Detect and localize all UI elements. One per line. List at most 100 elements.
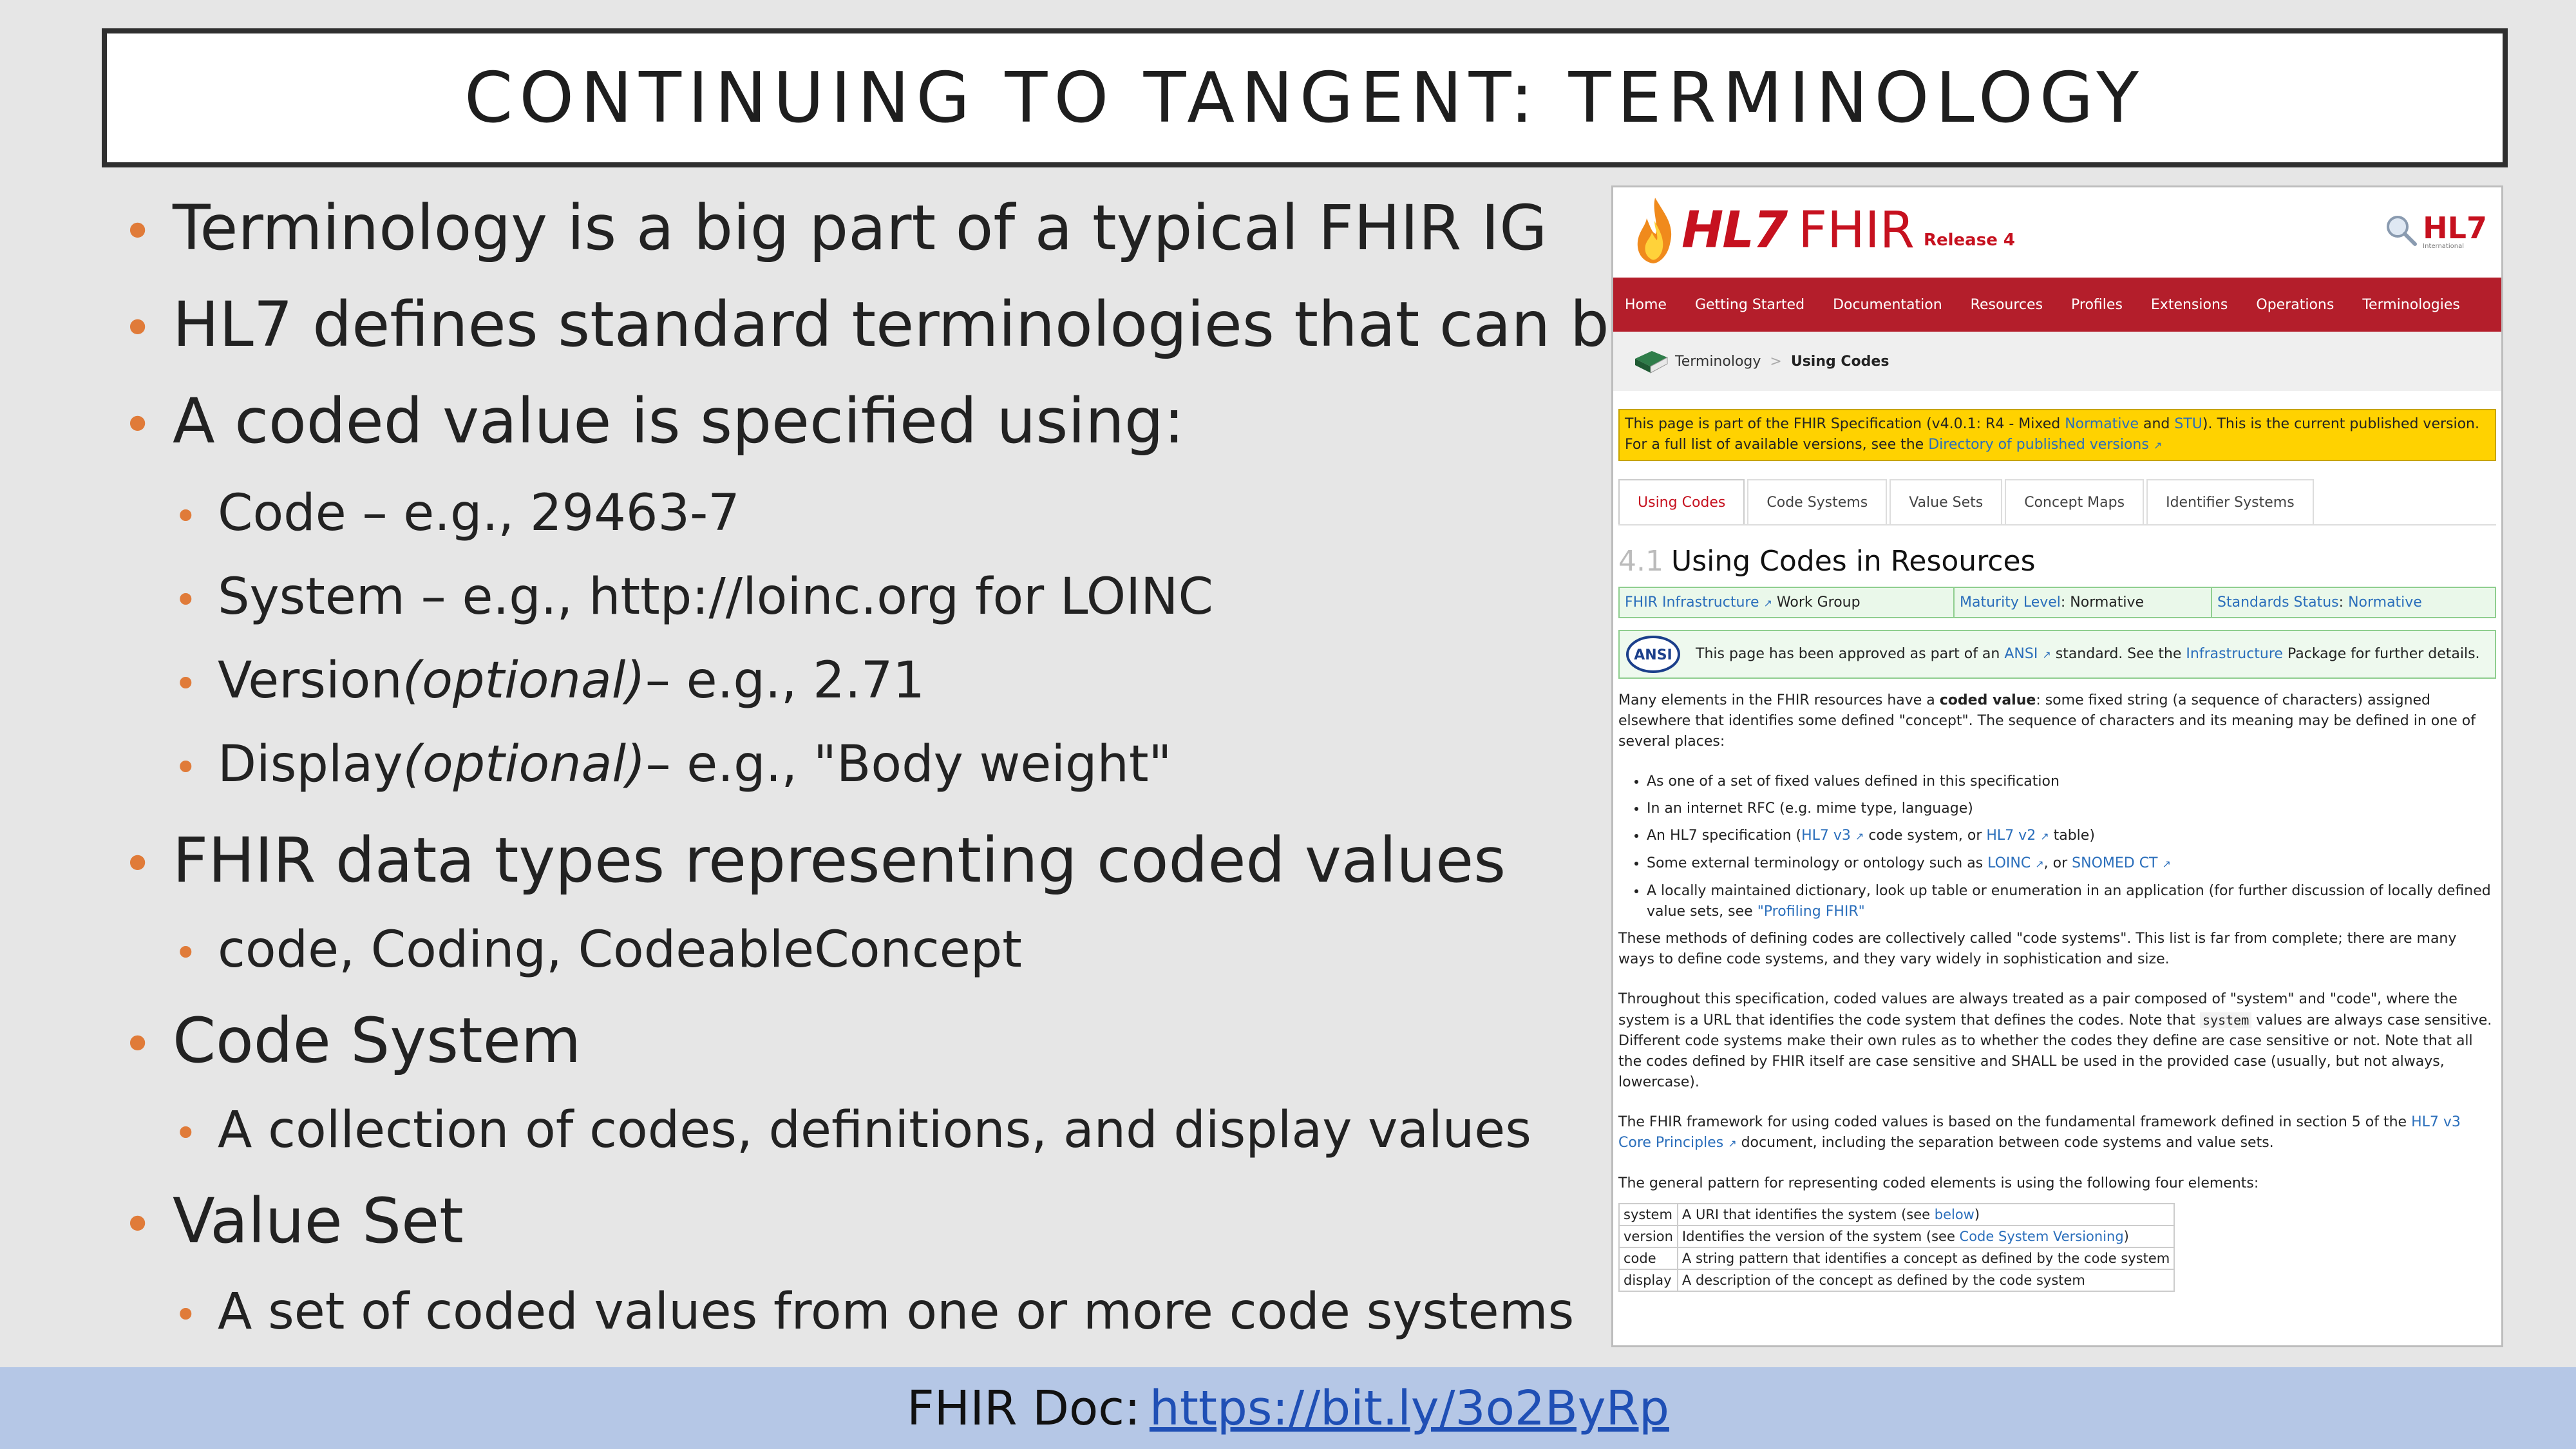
bullet-terminology: • Terminology is a big part of a typical … xyxy=(122,192,1548,264)
fhir-page-screenshot: HL7 FHIR Release 4 HL7 International Hom… xyxy=(1611,185,2503,1347)
profiling-fhir-link[interactable]: "Profiling FHIR" xyxy=(1757,904,1865,920)
wg-standards-status: Standards Status: Normative xyxy=(2217,594,2422,611)
bullet-list: • Terminology is a big part of a typical … xyxy=(122,0,1815,1365)
footer-label: FHIR Doc: xyxy=(907,1380,1141,1436)
bullet-dot: • xyxy=(122,202,153,261)
hl7-v3-link[interactable]: HL7 v3 xyxy=(1801,828,1851,844)
table-row: display A description of the concept as d… xyxy=(1618,1269,2175,1292)
sub-bullet-code: • Code – e.g., 29463-7 xyxy=(174,484,740,542)
list-item: In an internet RFC (e.g. mime type, lang… xyxy=(1647,799,2496,819)
infrastructure-link[interactable]: Infrastructure xyxy=(2186,646,2283,662)
bullet-coded-value: • A coded value is specified using: xyxy=(122,385,1185,457)
bullet-dot: • xyxy=(174,1110,198,1157)
external-link-icon: ↗ xyxy=(2042,648,2051,661)
fhir-nav-bar: Home Getting Started Documentation Resou… xyxy=(1613,278,2501,332)
bullet-dot: • xyxy=(122,395,153,455)
bullet-code-system: • Code System xyxy=(122,1005,582,1077)
normative-link[interactable]: Normative xyxy=(2065,416,2139,432)
footer-band: FHIR Doc: https://bit.ly/3o2ByRp xyxy=(0,1367,2576,1449)
tab-identifier-systems[interactable]: Identifier Systems xyxy=(2146,479,2314,524)
hl7-fhir-logo[interactable]: HL7 FHIR Release 4 xyxy=(1633,195,2015,266)
bullet-dot: • xyxy=(174,1291,198,1338)
nav-extensions[interactable]: Extensions xyxy=(2151,297,2228,313)
list-item: As one of a set of fixed values defined … xyxy=(1647,772,2496,792)
breadcrumb: Terminology > Using Codes xyxy=(1613,332,2501,391)
hl7-international-logo[interactable]: HL7 International xyxy=(2423,211,2487,250)
stu-link[interactable]: STU xyxy=(2174,416,2202,432)
published-versions-link[interactable]: Directory of published versions xyxy=(1928,437,2149,453)
nav-operations[interactable]: Operations xyxy=(2256,297,2334,313)
tab-value-sets[interactable]: Value Sets xyxy=(1889,479,2003,524)
breadcrumb-current: Using Codes xyxy=(1790,353,1889,370)
elements-table: system A URI that identifies the system (… xyxy=(1618,1203,2175,1292)
bullet-dot: • xyxy=(174,493,198,540)
logo-hl7-text: HL7 xyxy=(1681,202,1788,260)
code-source-list: As one of a set of fixed values defined … xyxy=(1618,772,2496,922)
search-icon[interactable] xyxy=(2384,213,2418,247)
snomed-link[interactable]: SNOMED CT xyxy=(2072,855,2157,871)
hl7-v2-link[interactable]: HL7 v2 xyxy=(1986,828,2036,844)
system-code-paragraph: Throughout this specification, coded val… xyxy=(1618,991,2492,1090)
system-code-snippet: system xyxy=(2200,1012,2252,1028)
table-row: code A string pattern that identifies a c… xyxy=(1618,1247,2175,1270)
bullet-dot: • xyxy=(122,1195,153,1255)
nav-resources[interactable]: Resources xyxy=(1971,297,2043,313)
bullet-hl7-terminologies: • HL7 defines standard terminologies that… xyxy=(122,289,1816,361)
list-item: An HL7 specification (HL7 v3 ↗ code syst… xyxy=(1647,826,2496,847)
tab-concept-maps[interactable]: Concept Maps xyxy=(2005,479,2145,524)
sub-bullet-version: • Version (optional) – e.g., 2.71 xyxy=(174,652,925,710)
nav-getting-started[interactable]: Getting Started xyxy=(1695,297,1804,313)
code-system-versioning-link[interactable]: Code System Versioning xyxy=(1960,1229,2124,1244)
logo-fhir-text: FHIR xyxy=(1798,202,1915,260)
nav-home[interactable]: Home xyxy=(1625,297,1667,313)
bullet-dot: • xyxy=(122,298,153,358)
book-icon xyxy=(1635,351,1668,374)
external-link-icon: ↗ xyxy=(1728,1137,1737,1150)
fhir-header: HL7 FHIR Release 4 HL7 International xyxy=(1613,187,2501,278)
footer-link[interactable]: https://bit.ly/3o2ByRp xyxy=(1150,1381,1669,1436)
external-link-icon: ↗ xyxy=(1855,830,1864,842)
tab-using-codes[interactable]: Using Codes xyxy=(1618,479,1745,524)
framework-paragraph: The FHIR framework for using coded value… xyxy=(1618,1114,2461,1151)
bullet-fhir-datatypes: • FHIR data types representing coded valu… xyxy=(122,824,1506,896)
loinc-link[interactable]: LOINC xyxy=(1987,855,2031,871)
bullet-dot: • xyxy=(174,744,198,791)
intro-paragraph: Many elements in the FHIR resources have… xyxy=(1618,692,2476,750)
sub-bullet-display: • Display (optional) – e.g., "Body weight… xyxy=(174,735,1172,793)
wg-maturity: Maturity Level: Normative xyxy=(1955,588,2212,617)
ansi-text: This page has been approved as part of a… xyxy=(1696,645,2480,662)
nav-profiles[interactable]: Profiles xyxy=(2071,297,2123,313)
list-item: A locally maintained dictionary, look up… xyxy=(1647,881,2496,922)
sub-bullet-datatypes: • code, Coding, CodeableConcept xyxy=(174,921,1022,979)
bullet-dot: • xyxy=(174,576,198,623)
external-link-icon: ↗ xyxy=(1763,597,1772,609)
table-row: version Identifies the version of the sys… xyxy=(1618,1225,2175,1248)
sub-bullet-value-set-def: • A set of coded values from one or more … xyxy=(174,1283,1575,1341)
list-item: Some external terminology or ontology su… xyxy=(1647,853,2496,875)
external-link-icon: ↗ xyxy=(2153,439,2163,451)
nav-documentation[interactable]: Documentation xyxy=(1833,297,1942,313)
bullet-dot: • xyxy=(122,1014,153,1074)
bullet-dot: • xyxy=(174,929,198,976)
below-link[interactable]: below xyxy=(1935,1207,1975,1222)
tab-code-systems[interactable]: Code Systems xyxy=(1747,479,1888,524)
page-body: Many elements in the FHIR resources have… xyxy=(1618,690,2496,1194)
workgroup-bar: FHIR Infrastructure ↗ Work Group Maturit… xyxy=(1618,587,2496,618)
nav-terminologies[interactable]: Terminologies xyxy=(2362,297,2460,313)
bullet-value-set: • Value Set xyxy=(122,1185,464,1257)
external-link-icon: ↗ xyxy=(2035,858,2044,870)
pattern-paragraph: The general pattern for representing cod… xyxy=(1618,1175,2259,1191)
ansi-approval-box: ANSI This page has been approved as part… xyxy=(1618,630,2496,679)
wg-infrastructure: FHIR Infrastructure ↗ Work Group xyxy=(1620,588,1955,617)
page-tabs: Using Codes Code Systems Value Sets Conc… xyxy=(1618,479,2496,526)
bullet-dot: • xyxy=(174,660,198,707)
external-link-icon: ↗ xyxy=(2040,830,2049,842)
sub-bullet-code-system-def: • A collection of codes, definitions, and… xyxy=(174,1101,1531,1159)
breadcrumb-terminology[interactable]: Terminology xyxy=(1675,354,1761,370)
bullet-dot: • xyxy=(122,834,153,894)
release-label: Release 4 xyxy=(1923,231,2015,250)
external-link-icon: ↗ xyxy=(2162,858,2171,870)
ansi-link[interactable]: ANSI xyxy=(2004,646,2038,662)
flame-icon xyxy=(1637,198,1672,263)
code-systems-paragraph: These methods of defining codes are coll… xyxy=(1618,931,2457,967)
